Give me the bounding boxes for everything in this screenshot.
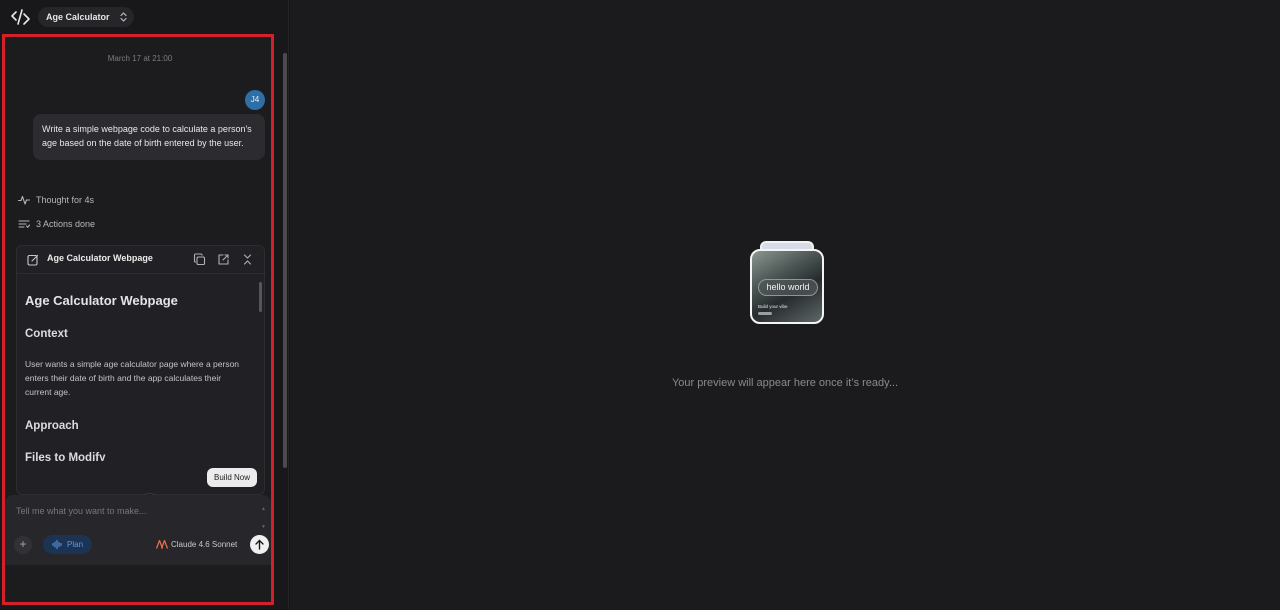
thought-label: Thought for 4s <box>36 195 95 205</box>
code-slash-icon[interactable] <box>11 8 31 26</box>
build-now-button[interactable]: Build Now <box>207 468 257 487</box>
left-panel: Age Calculator March 17 at 21:00 J4 Writ… <box>0 0 289 610</box>
add-button[interactable]: + <box>14 536 32 554</box>
composer-box: ▲▼ + Plan <box>5 495 271 565</box>
user-avatar: J4 <box>245 90 265 110</box>
edit-document-icon <box>27 254 39 266</box>
prompt-input[interactable] <box>14 503 254 519</box>
plan-mode-label: Plan <box>67 540 84 549</box>
plan-mode-toggle[interactable]: Plan <box>43 535 92 554</box>
collapse-icon[interactable] <box>241 253 254 266</box>
actions-label: 3 Actions done <box>36 219 96 229</box>
illustration-pill: hello world <box>758 279 818 296</box>
context-text: User wants a simple age calculator page … <box>25 359 240 397</box>
actions-step[interactable]: 3 Actions done <box>18 216 138 232</box>
chat-scrollbar[interactable] <box>283 53 287 468</box>
preview-placeholder-message: Your preview will appear here once it’s … <box>671 377 899 389</box>
model-label: Claude 4.6 Sonnet <box>171 540 238 549</box>
anthropic-logo-icon <box>156 540 168 549</box>
list-icon <box>18 220 30 228</box>
message-timestamp: March 17 at 21:00 <box>107 54 173 63</box>
chat-panel: March 17 at 21:00 J4 Write a simple webp… <box>5 37 271 602</box>
project-name: Age Calculator <box>46 12 110 22</box>
preview-illustration: hello world Build your vibe <box>750 241 824 325</box>
illustration-subtext: Build your vibe <box>758 304 788 309</box>
plan-card-title: Age Calculator Webpage <box>47 253 153 263</box>
illustration-bar <box>758 312 772 315</box>
copy-icon[interactable] <box>193 253 206 266</box>
plan-card-header: Age Calculator Webpage <box>17 246 266 274</box>
thought-step[interactable]: Thought for 4s <box>18 192 138 208</box>
waveform-icon <box>52 540 62 549</box>
plan-doc-heading: Age Calculator Webpage <box>25 293 178 308</box>
arrow-up-icon <box>255 539 264 550</box>
context-heading: Context <box>25 328 68 340</box>
resize-arrows-icon: ▲ ▼ <box>261 506 266 530</box>
preview-panel: hello world Build your vibe Your preview… <box>290 0 1280 610</box>
plan-scrollbar[interactable] <box>259 282 262 312</box>
project-selector[interactable]: Age Calculator <box>38 7 134 27</box>
user-message: Write a simple webpage code to calculate… <box>33 114 265 160</box>
open-external-icon[interactable] <box>217 253 230 266</box>
send-button[interactable] <box>250 535 269 554</box>
plan-card: Age Calculator Webpage Age Calculator We… <box>16 245 266 495</box>
model-selector[interactable]: Claude 4.6 Sonnet <box>156 538 241 552</box>
files-heading: Files to Modify <box>25 452 106 461</box>
approach-heading: Approach <box>25 420 79 432</box>
top-bar: Age Calculator <box>0 0 289 34</box>
activity-icon <box>18 195 30 205</box>
composer: ▲▼ + Plan <box>5 495 271 602</box>
illustration-card: hello world Build your vibe <box>750 249 824 324</box>
plan-content[interactable]: Age Calculator Webpage Context User want… <box>17 275 266 461</box>
chevron-updown-icon <box>119 12 127 22</box>
